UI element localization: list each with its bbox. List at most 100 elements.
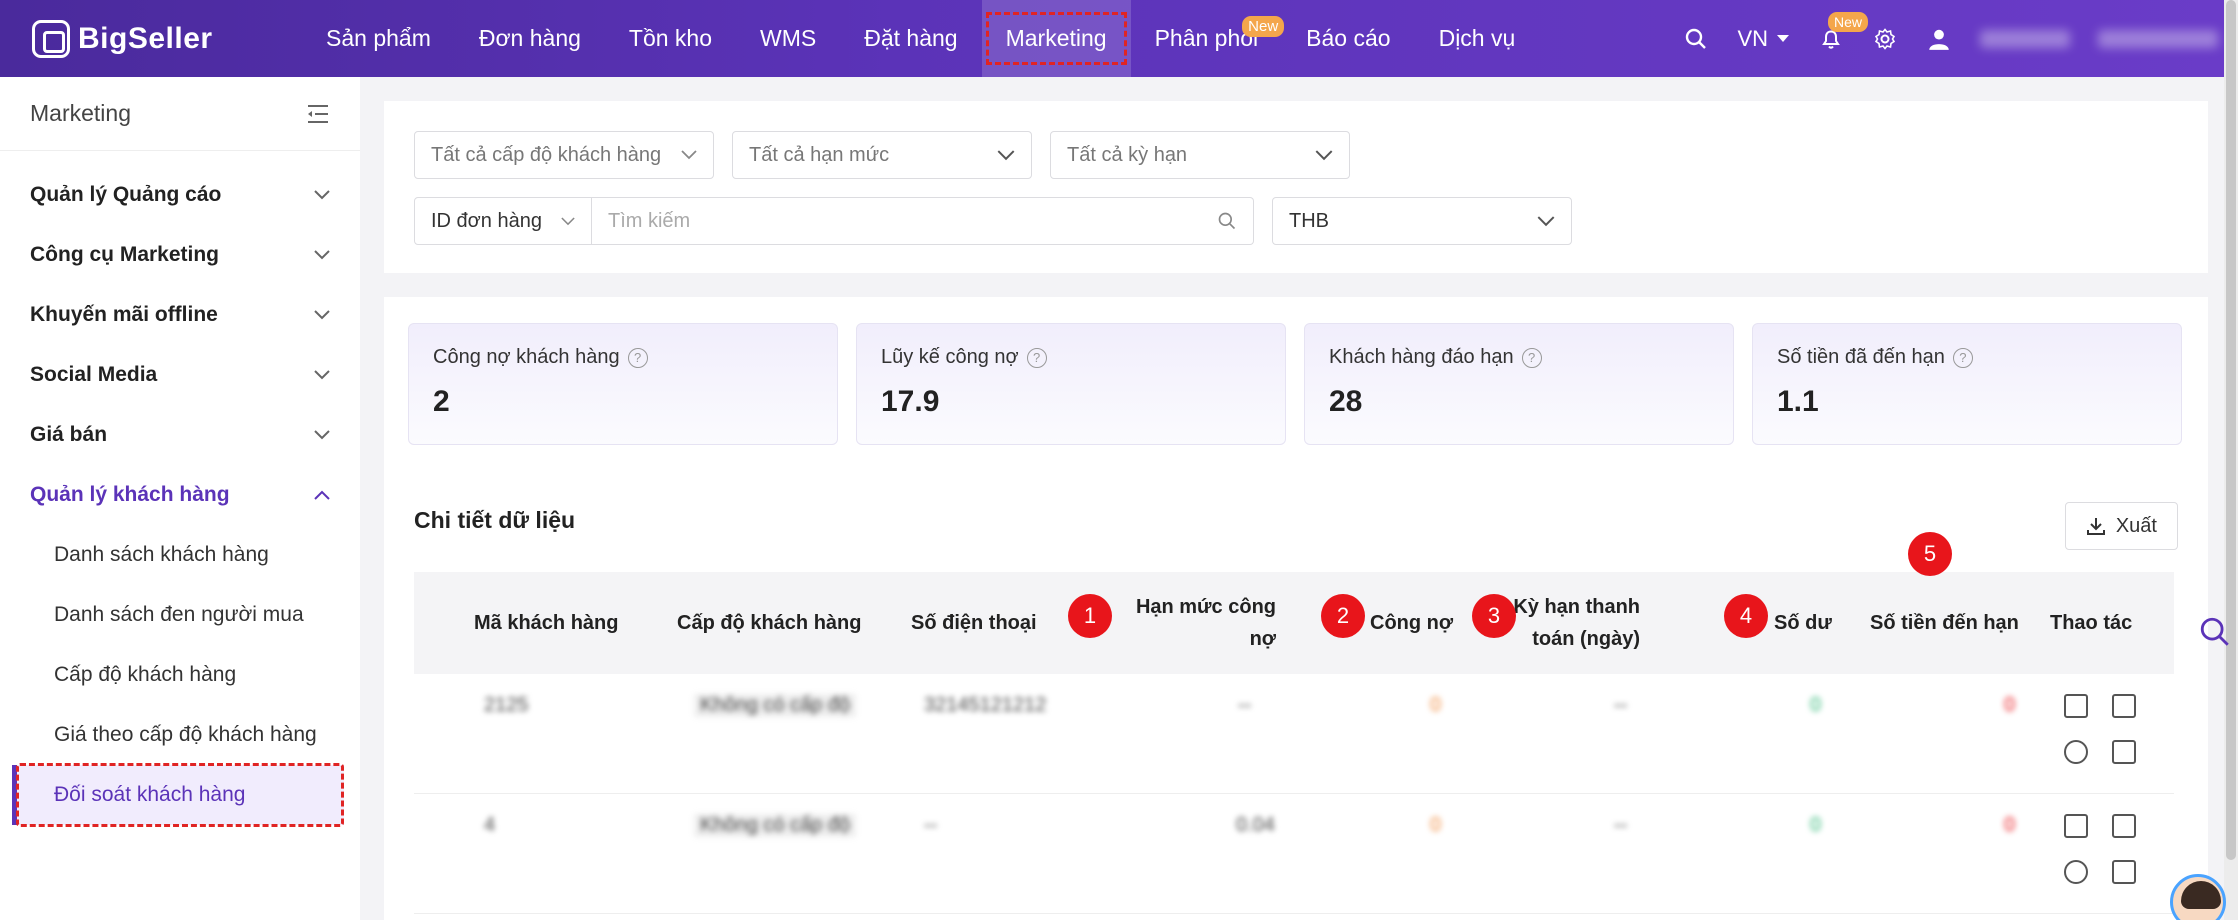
cell-debt: 0	[1430, 814, 1442, 836]
term-select[interactable]: Tất cả kỳ hạn	[1050, 131, 1350, 179]
nav-item-reports[interactable]: Báo cáo	[1282, 0, 1414, 77]
stat-due-customers: Khách hàng đáo hạn? 28	[1304, 323, 1734, 445]
sidebar-item-customer-list[interactable]: Danh sách khách hàng	[0, 525, 360, 585]
nav-item-wms[interactable]: WMS	[736, 0, 840, 77]
cell-due-amount: 0	[2004, 814, 2016, 836]
sidebar-group-pricing[interactable]: Giá bán	[0, 405, 360, 465]
col-phone[interactable]: Số điện thoại	[911, 572, 1037, 674]
cell-customer-level: Không có cấp độ	[694, 694, 857, 717]
nav-item-distribution[interactable]: Phân phối New	[1131, 0, 1285, 77]
cell-debt: 0	[1430, 694, 1442, 716]
ledger-icon[interactable]	[2112, 814, 2136, 838]
annotation-marker-5: 5	[1908, 532, 1952, 576]
reconciliation-table: Mã khách hàng Cấp độ khách hàng Số điện …	[414, 532, 2174, 914]
ledger-icon[interactable]	[2112, 694, 2136, 718]
chevron-up-icon	[314, 490, 330, 500]
sidebar-item-buyer-blacklist[interactable]: Danh sách đen người mua	[0, 585, 360, 645]
cell-customer-code: 4	[484, 814, 496, 836]
cell-balance: 0	[1810, 814, 1822, 836]
sidebar-title: Marketing	[30, 100, 131, 126]
data-panel: Công nợ khách hàng? 2 Lũy kế công nợ? 17…	[384, 297, 2208, 920]
cell-customer-code: 2125	[484, 694, 529, 716]
brand-name: BigSeller	[78, 21, 213, 55]
bell-icon[interactable]: New	[1818, 11, 1869, 52]
sidebar-group-marketing-tools[interactable]: Công cụ Marketing	[0, 225, 360, 285]
chevron-down-icon	[681, 150, 697, 160]
chevron-down-icon	[1537, 215, 1555, 226]
nav-item-services[interactable]: Dịch vụ	[1415, 0, 1540, 77]
user-icon[interactable]	[1926, 26, 1952, 52]
cell-customer-level: Không có cấp độ	[694, 814, 857, 837]
sidebar-item-customer-reconciliation[interactable]: Đối soát khách hàng	[12, 763, 344, 827]
support-avatar[interactable]	[2170, 874, 2226, 920]
currency-select[interactable]: THB	[1272, 197, 1572, 245]
col-customer-level[interactable]: Cấp độ khách hàng	[677, 572, 861, 674]
col-due-amount[interactable]: Số tiền đến hạn	[1870, 572, 2019, 674]
table-header: Mã khách hàng Cấp độ khách hàng Số điện …	[414, 532, 2174, 674]
chevron-down-icon	[314, 250, 330, 260]
cell-phone: 32145121212	[924, 694, 1047, 716]
gear-icon[interactable]	[1872, 26, 1898, 52]
search-type-select[interactable]: ID đơn hàng	[414, 197, 592, 245]
sidebar-group-ads[interactable]: Quản lý Quảng cáo	[0, 165, 360, 225]
customer-level-select[interactable]: Tất cả cấp độ khách hàng	[414, 131, 714, 179]
annotation-marker-2: 2	[1321, 594, 1365, 638]
chevron-down-icon	[561, 216, 575, 225]
add-payment-icon[interactable]	[2064, 740, 2088, 764]
floating-search-icon[interactable]	[2198, 615, 2232, 654]
top-navbar: BigSeller Sản phẩm Đơn hàng Tồn kho WMS …	[0, 0, 2238, 77]
chevron-down-icon	[314, 190, 330, 200]
stat-customer-debt: Công nợ khách hàng? 2	[408, 323, 838, 445]
cell-payment-term: --	[1614, 694, 1628, 716]
credit-limit-select[interactable]: Tất cả hạn mức	[732, 131, 1032, 179]
nav-item-purchase[interactable]: Đặt hàng	[840, 0, 981, 77]
collapse-menu-icon[interactable]	[306, 103, 330, 125]
search-icon[interactable]	[1683, 26, 1709, 52]
help-icon[interactable]: ?	[1952, 347, 1973, 368]
stat-cumulative-debt: Lũy kế công nợ? 17.9	[856, 323, 1286, 445]
user-name-blurred[interactable]	[1980, 29, 2070, 48]
nav-item-products[interactable]: Sản phẩm	[302, 0, 455, 77]
col-payment-term[interactable]: Kỳ hạn thanh toán (ngày)	[1500, 572, 1640, 674]
language-selector[interactable]: VN	[1737, 26, 1790, 52]
statement-icon[interactable]	[2112, 740, 2136, 764]
caret-down-icon	[1777, 34, 1789, 42]
nav-item-marketing[interactable]: Marketing	[981, 0, 1131, 77]
logo-icon	[32, 19, 70, 58]
help-icon[interactable]: ?	[627, 347, 648, 368]
col-debt[interactable]: Công nợ	[1370, 572, 1453, 674]
receipt-icon[interactable]	[2064, 814, 2088, 838]
search-input[interactable]: Tìm kiếm	[592, 197, 1254, 245]
chevron-down-icon	[314, 370, 330, 380]
filter-panel: Tất cả cấp độ khách hàng Tất cả hạn mức …	[384, 101, 2208, 273]
cell-credit-limit: 0.04	[1236, 814, 1275, 836]
scrollbar-thumb[interactable]	[2226, 0, 2236, 860]
top-right-tools: VN New	[1683, 0, 2218, 77]
col-credit-limit[interactable]: Hạn mức công nợ	[1100, 572, 1276, 674]
annotation-marker-1: 1	[1068, 594, 1112, 638]
sidebar-item-level-pricing[interactable]: Giá theo cấp độ khách hàng	[0, 705, 360, 765]
receipt-icon[interactable]	[2064, 694, 2088, 718]
help-icon[interactable]: ?	[1026, 347, 1047, 368]
notification-new-badge: New	[1828, 11, 1869, 32]
col-balance[interactable]: Số dư	[1774, 572, 1832, 674]
export-button[interactable]: Xuất	[2064, 502, 2178, 550]
chevron-down-icon	[314, 310, 330, 320]
nav-item-inventory[interactable]: Tồn kho	[605, 0, 736, 77]
main-nav: Sản phẩm Đơn hàng Tồn kho WMS Đặt hàng M…	[302, 0, 1539, 77]
col-customer-code[interactable]: Mã khách hàng	[474, 572, 618, 674]
nav-item-orders[interactable]: Đơn hàng	[455, 0, 605, 77]
sidebar-group-offline-promo[interactable]: Khuyến mãi offline	[0, 285, 360, 345]
add-payment-icon[interactable]	[2064, 860, 2088, 884]
chevron-down-icon	[997, 149, 1015, 160]
sidebar-item-customer-level[interactable]: Cấp độ khách hàng	[0, 645, 360, 705]
annotation-marker-3: 3	[1472, 594, 1516, 638]
search-icon[interactable]	[1217, 211, 1237, 231]
brand-logo[interactable]: BigSeller	[32, 19, 252, 58]
sidebar-group-social-media[interactable]: Social Media	[0, 345, 360, 405]
sidebar-group-customers[interactable]: Quản lý khách hàng	[0, 465, 360, 525]
cell-balance: 0	[1810, 694, 1822, 716]
page-scrollbar[interactable]	[2224, 0, 2238, 920]
help-icon[interactable]: ?	[1521, 347, 1542, 368]
statement-icon[interactable]	[2112, 860, 2136, 884]
